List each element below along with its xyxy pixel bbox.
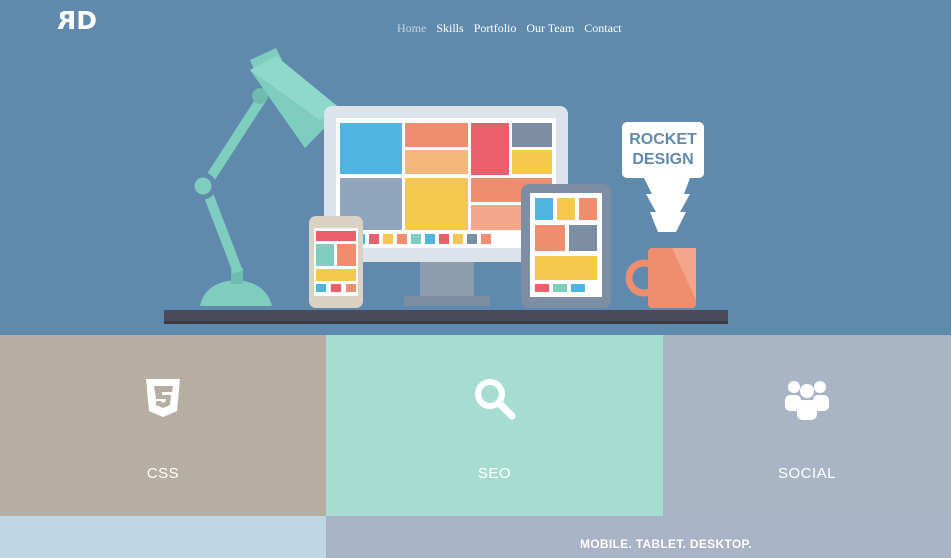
search-icon	[473, 377, 517, 426]
nav-contact[interactable]: Contact	[584, 21, 621, 36]
sign-text: ROCKET DESIGN	[622, 130, 704, 170]
seo-label: SEO	[477, 465, 512, 482]
bottom-right-panel: MOBILE. TABLET. DESKTOP.	[326, 516, 951, 558]
phone-device	[309, 216, 363, 308]
css3-icon	[142, 377, 184, 424]
nav-portfolio[interactable]: Portfolio	[474, 21, 517, 36]
social-label: SOCIAL	[777, 465, 837, 482]
social-tile[interactable]: SOCIAL	[663, 335, 951, 516]
nav-skills[interactable]: Skills	[436, 21, 463, 36]
coffee-mug	[625, 248, 696, 308]
bottom-left-panel	[0, 516, 326, 558]
nav-home[interactable]: Home	[397, 21, 426, 36]
workspace-illustration	[164, 48, 728, 324]
hero-section: RD Home Skills Portfolio Our Team Contac…	[0, 0, 951, 335]
sign-line-1: ROCKET	[629, 131, 697, 148]
tablet-device	[521, 184, 611, 308]
main-nav: Home Skills Portfolio Our Team Contact	[397, 21, 622, 36]
devices-tagline: MOBILE. TABLET. DESKTOP.	[580, 537, 752, 551]
site-logo[interactable]: RD	[60, 6, 97, 35]
seo-tile[interactable]: SEO	[326, 335, 663, 516]
nav-our-team[interactable]: Our Team	[526, 21, 574, 36]
css-tile[interactable]: CSS	[0, 335, 326, 516]
css-label: CSS	[146, 465, 180, 482]
people-icon	[783, 377, 831, 426]
sign-line-2: DESIGN	[632, 151, 694, 168]
